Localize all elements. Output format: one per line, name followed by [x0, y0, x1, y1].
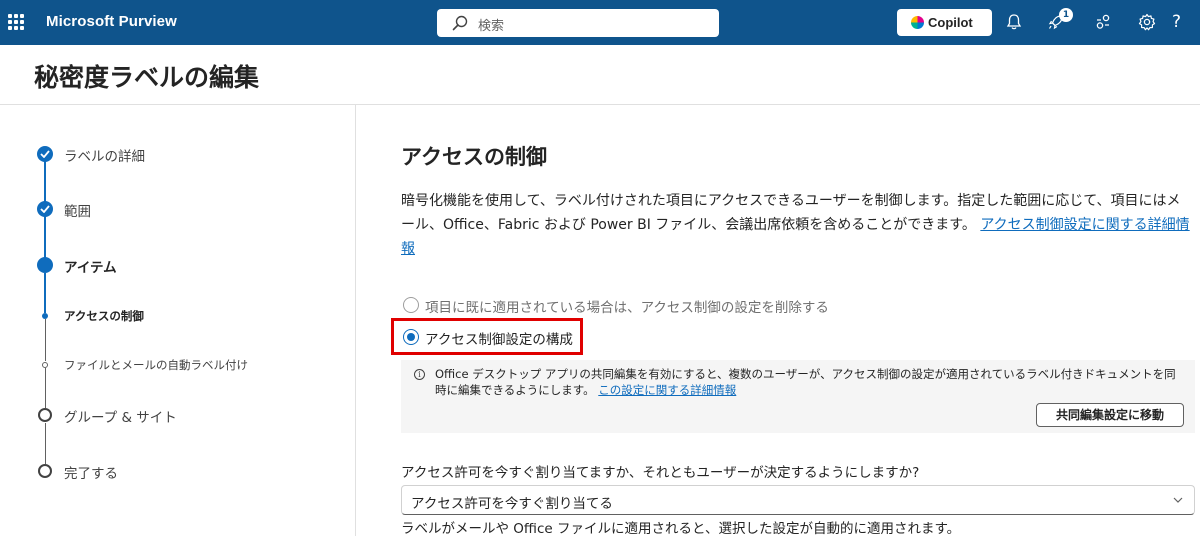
info-box: i Office デスクトップ アプリの共同編集を有効にすると、複数のユーザーが… [401, 360, 1195, 433]
bell-icon[interactable] [1004, 12, 1024, 32]
title-divider [0, 104, 1200, 105]
copilot-icon [911, 16, 924, 29]
step-connector [44, 216, 46, 259]
app-title[interactable]: Microsoft Purview [46, 13, 177, 30]
permissions-dropdown[interactable]: アクセス許可を今すぐ割り当てる [401, 485, 1195, 515]
chevron-down-icon [1173, 497, 1183, 503]
info-text: Office デスクトップ アプリの共同編集を有効にすると、複数のユーザーが、ア… [435, 366, 1187, 398]
people-connect-icon[interactable] [1093, 12, 1113, 32]
radio-label: アクセス制御設定の構成 [425, 332, 573, 348]
checkmark-icon [37, 201, 53, 217]
help-icon[interactable]: ? [1172, 12, 1181, 32]
step-connector [44, 319, 46, 361]
description: 暗号化機能を使用して、ラベル付けされた項目にアクセスできるユーザーを制御します。… [401, 189, 1193, 261]
step-label: ファイルとメールの自動ラベル付け [64, 358, 248, 372]
radio-label: 項目に既に適用されている場合は、アクセス制御の設定を削除する [425, 300, 829, 316]
pending-substep-icon [42, 362, 48, 368]
step-connector [44, 423, 46, 464]
step-label: グループ & サイト [64, 410, 177, 426]
step-connector [44, 161, 46, 204]
step-label: 範囲 [64, 204, 91, 220]
copilot-label: Copilot [928, 15, 973, 30]
nav-divider [355, 104, 356, 536]
top-bar: Microsoft Purview 検索 Copilot 1 ? [0, 0, 1200, 45]
search-icon [452, 15, 468, 31]
radio-button[interactable] [403, 297, 419, 313]
waffle-icon[interactable] [8, 14, 24, 30]
step-label: アクセスの制御 [64, 309, 144, 323]
step-connector [44, 273, 46, 313]
step-connector [44, 368, 46, 408]
section-title: アクセスの制御 [401, 145, 547, 169]
dropdown-footnote: ラベルがメールや Office ファイルに適用されると、選択した設定が自動的に適… [401, 521, 961, 537]
info-link[interactable]: この設定に関する詳細情報 [598, 383, 736, 397]
page-title: 秘密度ラベルの編集 [34, 63, 260, 92]
step-label: ラベルの詳細 [64, 149, 145, 165]
info-message: Office デスクトップ アプリの共同編集を有効にすると、複数のユーザーが、ア… [435, 367, 1176, 397]
dropdown-value: アクセス許可を今すぐ割り当てる [411, 496, 613, 512]
pending-step-icon [38, 408, 52, 422]
radio-button[interactable] [403, 329, 419, 345]
search-placeholder: 検索 [478, 19, 505, 34]
gear-icon[interactable] [1137, 12, 1157, 32]
current-step-icon [37, 257, 53, 273]
step-label: 完了する [64, 466, 118, 482]
info-icon: i [414, 369, 425, 380]
copilot-button[interactable]: Copilot [897, 9, 992, 36]
search-input[interactable]: 検索 [437, 9, 719, 37]
step-label: アイテム [64, 260, 117, 276]
go-to-coauthoring-button[interactable]: 共同編集設定に移動 [1036, 403, 1184, 427]
notification-badge: 1 [1059, 8, 1073, 22]
checkmark-icon [37, 146, 53, 162]
permissions-question: アクセス許可を今すぐ割り当てますか、それともユーザーが決定するようにしますか? [401, 465, 920, 481]
current-substep-icon [42, 313, 48, 319]
pending-step-icon [38, 464, 52, 478]
